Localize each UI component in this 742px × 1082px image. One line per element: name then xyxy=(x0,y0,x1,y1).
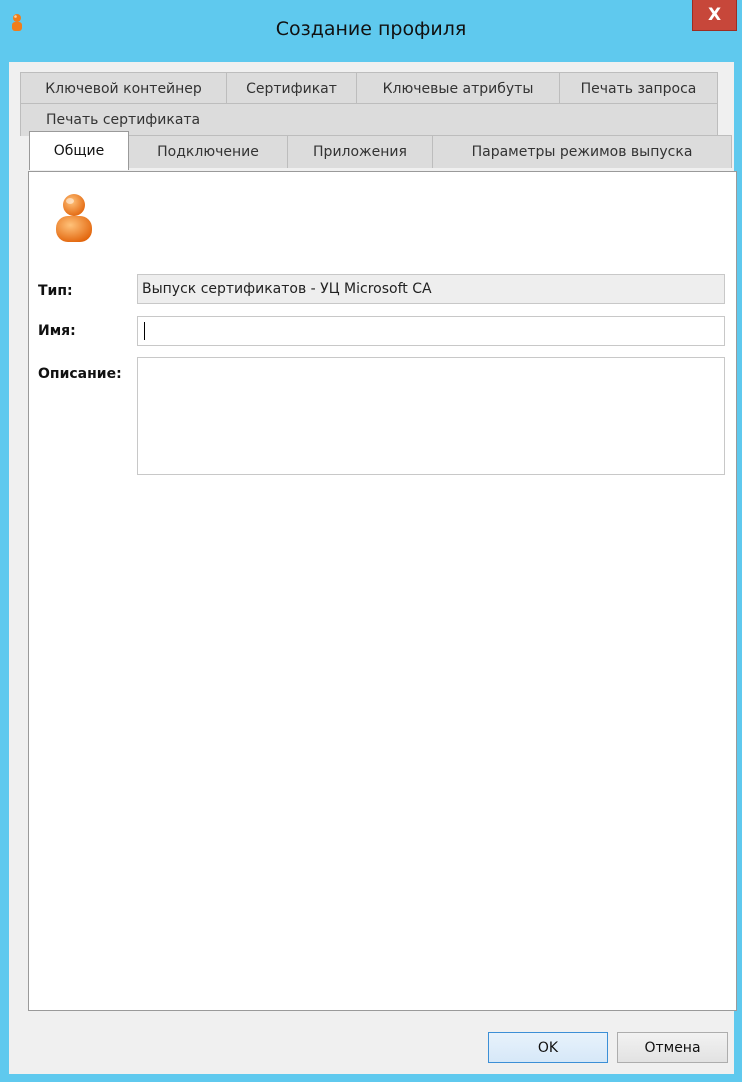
type-value: Выпуск сертификатов - УЦ Microsoft CA xyxy=(142,281,432,297)
text-caret xyxy=(144,322,145,340)
title-bar[interactable]: Создание профиля X xyxy=(0,0,742,62)
tab-key-attributes[interactable]: Ключевые атрибуты xyxy=(356,72,560,105)
tab-key-container[interactable]: Ключевой контейнер xyxy=(20,72,227,105)
tab-issue-mode-params[interactable]: Параметры режимов выпуска xyxy=(432,135,732,168)
cancel-button[interactable]: Отмена xyxy=(617,1032,728,1063)
description-textarea[interactable] xyxy=(137,357,725,475)
type-label: Тип: xyxy=(38,283,73,299)
ok-button[interactable]: OK xyxy=(488,1032,608,1063)
tab-applications[interactable]: Приложения xyxy=(287,135,433,168)
tab-general[interactable]: Общие xyxy=(29,131,129,170)
close-button[interactable]: X xyxy=(692,0,737,31)
tab-certificate[interactable]: Сертификат xyxy=(226,72,357,105)
description-label: Описание: xyxy=(38,366,122,382)
name-label: Имя: xyxy=(38,323,76,339)
type-field: Выпуск сертификатов - УЦ Microsoft CA xyxy=(137,274,725,304)
tab-print-request[interactable]: Печать запроса xyxy=(559,72,718,105)
window-title: Создание профиля xyxy=(275,18,467,40)
user-profile-icon xyxy=(56,194,92,242)
name-input[interactable] xyxy=(137,316,725,346)
tab-connection[interactable]: Подключение xyxy=(128,135,288,168)
tab-row-1: Ключевой контейнер Сертификат Ключевые а… xyxy=(20,72,718,106)
tab-row-3: Общие Подключение Приложения Параметры р… xyxy=(29,131,732,170)
dialog-window: Создание профиля X Ключевой контейнер Се… xyxy=(0,0,742,1082)
